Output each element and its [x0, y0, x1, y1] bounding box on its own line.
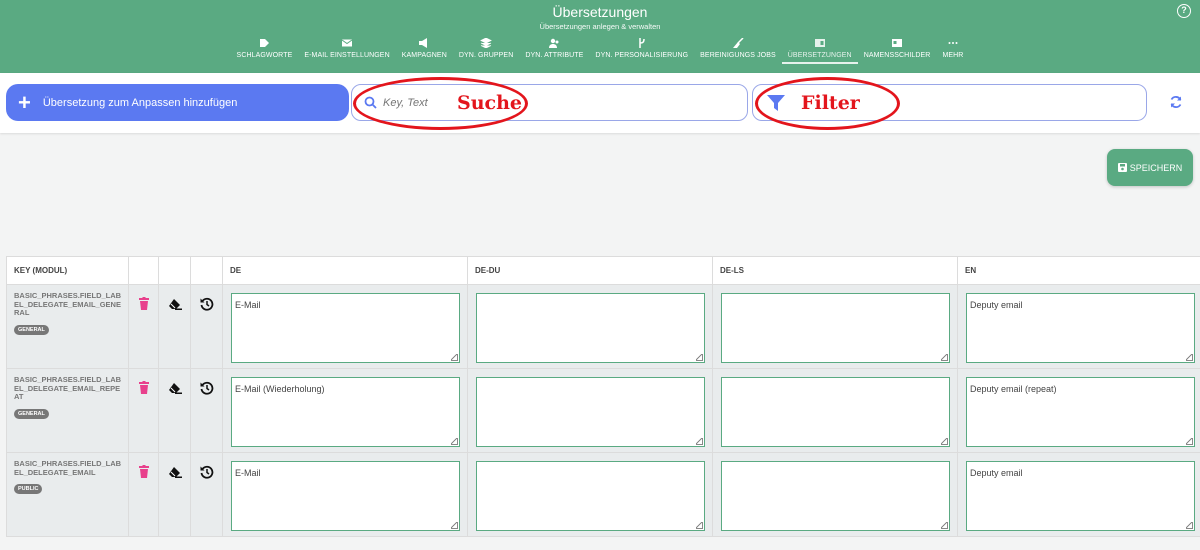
nav-item-schlagworte[interactable]: SCHLAGWORTE: [231, 38, 299, 64]
save-label: SPEICHERN: [1129, 162, 1183, 173]
col-header-de: DE: [222, 256, 468, 285]
plus-icon: +: [18, 89, 31, 115]
megaphone-icon: [419, 38, 428, 48]
nav-item-namensschilder[interactable]: NAMENSSCHILDER: [858, 38, 937, 64]
branch-icon: [639, 38, 645, 48]
nav-item-kampagnen[interactable]: KAMPAGNEN: [396, 38, 453, 64]
table-row: BASIC_PHRASES.FIELD_LABEL_DELEGATE_EMAIL…: [6, 452, 1200, 537]
toolbar: + Übersetzung zum Anpassen hinzufügen Su…: [0, 73, 1200, 133]
add-translation-label: Übersetzung zum Anpassen hinzufügen: [42, 96, 238, 109]
col-header-history: [190, 256, 223, 285]
translation-de-ls-input[interactable]: [721, 461, 950, 531]
main-nav: SCHLAGWORTE E-MAIL EINSTELLUNGEN KAMPAGN…: [0, 38, 1200, 64]
tag-icon: [260, 39, 270, 47]
key-cell: BASIC_PHRASES.FIELD_LABEL_DELEGATE_EMAIL…: [6, 452, 129, 537]
translation-de-du-input[interactable]: [476, 377, 705, 447]
module-badge: PUBLIC: [14, 484, 43, 494]
table-row: BASIC_PHRASES.FIELD_LABEL_DELEGATE_EMAIL…: [6, 368, 1200, 453]
col-header-de-ls: DE-LS: [712, 256, 958, 285]
nav-item-email-einstellungen[interactable]: E-MAIL EINSTELLUNGEN: [298, 38, 395, 64]
users-icon: [549, 38, 559, 48]
translations-table: KEY (MODUL) DE DE-DU DE-LS EN BASIC_PHRA…: [6, 256, 1200, 537]
trash-icon[interactable]: [138, 465, 149, 478]
nav-item-bereinigungs-jobs[interactable]: BEREINIGUNGS JOBS: [694, 38, 782, 64]
translation-de-input[interactable]: E-Mail: [231, 461, 460, 531]
app-header: Übersetzungen Übersetzungen anlegen & ve…: [0, 0, 1200, 73]
nav-item-uebersetzungen[interactable]: ÜBERSETZUNGEN: [781, 38, 858, 64]
translation-key: BASIC_PHRASES.FIELD_LABEL_DELEGATE_EMAIL…: [14, 291, 122, 317]
help-icon[interactable]: ?: [1177, 4, 1191, 18]
filter-highlight-ellipse: [755, 77, 900, 130]
nametag-icon: [892, 39, 903, 47]
nav-item-dyn-gruppen[interactable]: DYN. GRUPPEN: [453, 38, 520, 64]
module-badge: GENERAL: [14, 408, 49, 419]
translation-en-input[interactable]: Deputy email: [966, 461, 1195, 531]
translation-de-input[interactable]: E-Mail: [231, 293, 460, 363]
key-cell: BASIC_PHRASES.FIELD_LABEL_DELEGATE_EMAIL…: [6, 368, 129, 453]
history-icon[interactable]: [200, 465, 214, 479]
history-icon[interactable]: [200, 381, 214, 395]
translation-de-input[interactable]: E-Mail (Wiederholung): [231, 377, 460, 447]
table-header-row: KEY (MODUL) DE DE-DU DE-LS EN: [6, 256, 1200, 285]
add-translation-button[interactable]: + Übersetzung zum Anpassen hinzufügen: [6, 84, 349, 121]
envelope-icon: [341, 39, 353, 47]
page-title: Übersetzungen: [552, 4, 648, 20]
translation-key: BASIC_PHRASES.FIELD_LABEL_DELEGATE_EMAIL: [14, 459, 122, 477]
nav-item-dyn-attribute[interactable]: DYN. ATTRIBUTE: [519, 38, 589, 64]
module-badge: GENERAL: [14, 324, 49, 335]
translation-key: BASIC_PHRASES.FIELD_LABEL_DELEGATE_EMAIL…: [14, 375, 122, 401]
trash-icon[interactable]: [138, 297, 149, 310]
search-highlight-ellipse: [353, 77, 528, 130]
nav-item-mehr[interactable]: MEHR: [936, 38, 969, 64]
refresh-icon[interactable]: [1169, 95, 1183, 109]
layers-icon: [480, 38, 493, 48]
eraser-icon[interactable]: [168, 298, 182, 310]
floppy-icon: [1117, 163, 1127, 172]
history-icon[interactable]: [200, 297, 214, 311]
translation-de-ls-input[interactable]: [721, 293, 950, 363]
eraser-icon[interactable]: [168, 466, 182, 478]
more-icon: [948, 42, 958, 44]
table-row: BASIC_PHRASES.FIELD_LABEL_DELEGATE_EMAIL…: [6, 284, 1200, 369]
col-header-delete: [128, 256, 159, 285]
translation-de-ls-input[interactable]: [721, 377, 950, 447]
eraser-icon[interactable]: [168, 382, 182, 394]
col-header-key: KEY (MODUL): [6, 256, 129, 285]
translation-en-input[interactable]: Deputy email (repeat): [966, 377, 1195, 447]
translation-de-du-input[interactable]: [476, 293, 705, 363]
nav-item-dyn-personalisierung[interactable]: DYN. PERSONALISIERUNG: [589, 38, 694, 64]
save-button[interactable]: SPEICHERN: [1107, 149, 1193, 186]
key-cell: BASIC_PHRASES.FIELD_LABEL_DELEGATE_EMAIL…: [6, 284, 129, 369]
page-subtitle: Übersetzungen anlegen & verwalten: [539, 22, 661, 31]
translate-icon: [814, 39, 825, 47]
translation-en-input[interactable]: Deputy email: [966, 293, 1195, 363]
col-header-erase: [158, 256, 191, 285]
col-header-en: EN: [957, 256, 1200, 285]
col-header-de-du: DE-DU: [467, 256, 713, 285]
trash-icon[interactable]: [138, 381, 149, 394]
translation-de-du-input[interactable]: [476, 461, 705, 531]
broom-icon: [732, 38, 744, 48]
